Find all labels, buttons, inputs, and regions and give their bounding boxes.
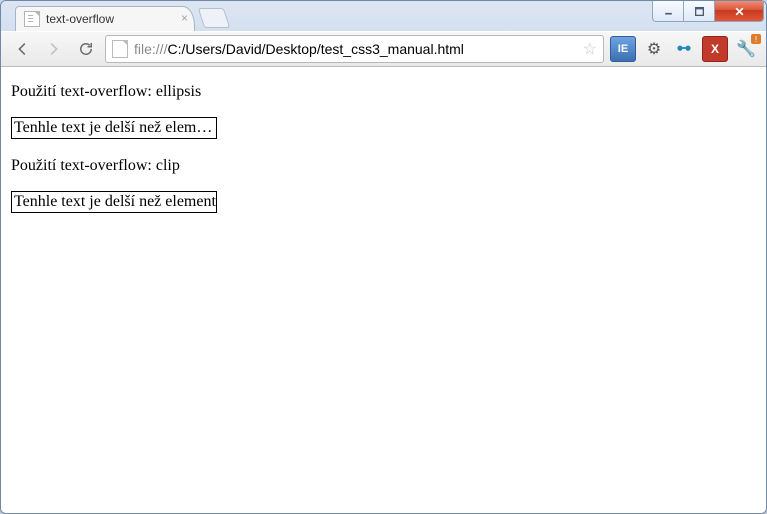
- new-tab-button[interactable]: [198, 8, 230, 28]
- ellipsis-demo-box: Tenhle text je delší než element, ve kte…: [11, 117, 217, 139]
- browser-window: text-overflow ×: [0, 0, 767, 514]
- wrench-menu-icon[interactable]: 🔧 !: [734, 37, 758, 61]
- x-extension-icon[interactable]: X: [702, 36, 728, 62]
- url-path: C:/Users/David/Desktop/test_css3_manual.…: [167, 41, 463, 57]
- back-button[interactable]: [9, 36, 35, 62]
- bookmark-star-icon[interactable]: ☆: [583, 39, 597, 59]
- ie-tab-extension-icon[interactable]: IE: [610, 36, 636, 62]
- close-tab-icon[interactable]: ×: [181, 12, 188, 24]
- forward-button[interactable]: [41, 36, 67, 62]
- tab-title: text-overflow: [46, 12, 114, 26]
- toolbar: file:///C:/Users/David/Desktop/test_css3…: [1, 31, 766, 67]
- clip-demo-box: Tenhle text je delší než element, ve kte…: [11, 191, 217, 213]
- heading-ellipsis: Použití text-overflow: ellipsis: [11, 83, 756, 101]
- page-icon: [112, 40, 128, 58]
- close-window-button[interactable]: [715, 1, 764, 22]
- address-bar[interactable]: file:///C:/Users/David/Desktop/test_css3…: [105, 35, 604, 63]
- url-text: file:///C:/Users/David/Desktop/test_css3…: [134, 41, 577, 57]
- page-viewport: Použití text-overflow: ellipsis Tenhle t…: [1, 67, 766, 513]
- file-icon: [24, 11, 40, 27]
- gear-icon[interactable]: ⚙: [642, 37, 666, 61]
- maximize-button[interactable]: [684, 1, 715, 22]
- spiral-extension-icon[interactable]: ꕹ: [672, 37, 696, 61]
- notification-badge: !: [751, 34, 761, 44]
- url-scheme: file:///: [134, 41, 167, 57]
- heading-clip: Použití text-overflow: clip: [11, 157, 756, 175]
- browser-tab[interactable]: text-overflow ×: [15, 6, 195, 31]
- minimize-button[interactable]: [652, 1, 684, 22]
- reload-button[interactable]: [73, 36, 99, 62]
